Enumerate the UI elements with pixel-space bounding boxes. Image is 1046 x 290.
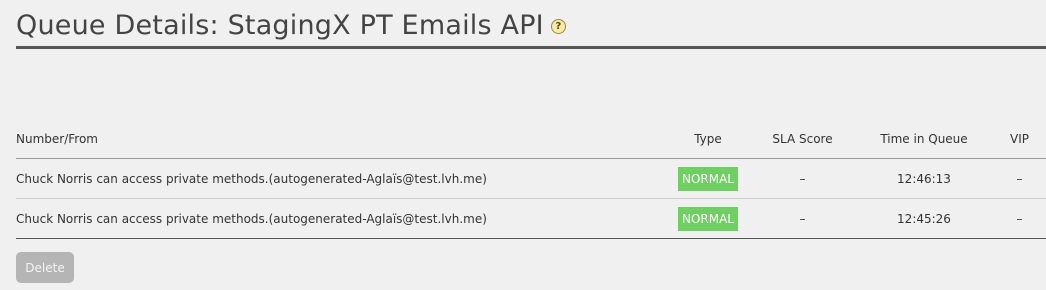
- column-header-time-in-queue[interactable]: Time in Queue: [855, 120, 993, 159]
- title-bar: Queue Details: StagingX PT Emails API ?: [16, 4, 1046, 49]
- table-header-row: Number/From Type SLA Score Time in Queue…: [16, 120, 1046, 159]
- delete-button[interactable]: Delete: [16, 252, 74, 283]
- type-badge: NORMAL: [677, 166, 738, 191]
- table-row[interactable]: Chuck Norris can access private methods.…: [16, 198, 1046, 239]
- time-in-queue-cell: 12:45:26: [855, 198, 993, 239]
- column-header-number-from[interactable]: Number/From: [16, 120, 666, 159]
- column-header-sla-score[interactable]: SLA Score: [750, 120, 855, 159]
- column-header-vip[interactable]: VIP: [993, 120, 1046, 159]
- queue-details-page: Queue Details: StagingX PT Emails API ? …: [0, 0, 1046, 290]
- column-header-type[interactable]: Type: [666, 120, 750, 159]
- sla-score-cell: –: [750, 158, 855, 199]
- time-in-queue-cell: 12:46:13: [855, 158, 993, 199]
- help-icon[interactable]: ?: [550, 19, 566, 34]
- type-cell: NORMAL: [666, 158, 750, 199]
- vip-cell: –: [993, 198, 1046, 239]
- type-cell: NORMAL: [666, 198, 750, 239]
- page-title: Queue Details: StagingX PT Emails API: [16, 9, 544, 41]
- type-badge: NORMAL: [677, 206, 738, 231]
- from-cell: Chuck Norris can access private methods.…: [16, 158, 666, 199]
- sla-score-cell: –: [750, 198, 855, 239]
- table-row[interactable]: Chuck Norris can access private methods.…: [16, 158, 1046, 199]
- from-cell: Chuck Norris can access private methods.…: [16, 198, 666, 239]
- vip-cell: –: [993, 158, 1046, 199]
- queue-table: Number/From Type SLA Score Time in Queue…: [16, 120, 1046, 239]
